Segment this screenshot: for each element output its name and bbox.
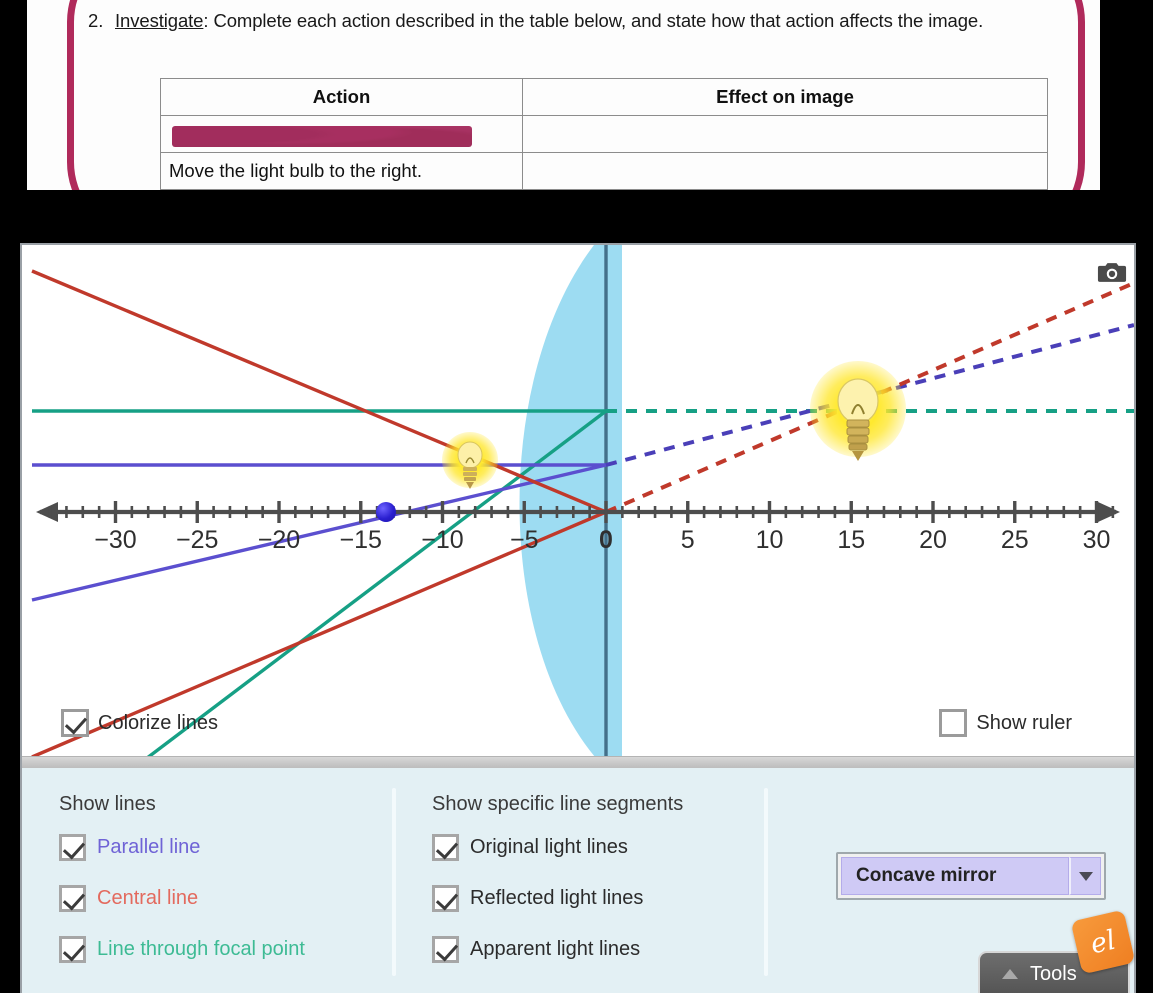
svg-text:15: 15 bbox=[837, 526, 865, 554]
x-axis-arrow-left bbox=[36, 502, 58, 522]
svg-text:−25: −25 bbox=[176, 526, 218, 554]
checkbox-original-light-lines-box[interactable] bbox=[432, 834, 459, 861]
x-axis-arrow-right bbox=[1098, 502, 1120, 522]
checkbox-show-ruler[interactable]: Show ruler bbox=[939, 709, 1072, 737]
show-segments-title: Show specific line segments bbox=[432, 793, 684, 815]
gizmo-simulation: −30 −25 −20 −15 −10 −5 0 5 10 15 20 25 30 bbox=[20, 243, 1136, 993]
mirror-type-select[interactable]: Concave mirror bbox=[836, 852, 1106, 900]
image-bulb-glyph bbox=[457, 441, 483, 489]
screenshot-root: 2. Investigate: Complete each action des… bbox=[0, 0, 1153, 993]
light-bulb-object[interactable] bbox=[810, 360, 906, 466]
central-line-incoming bbox=[31, 269, 607, 514]
svg-text:5: 5 bbox=[681, 526, 695, 554]
camera-icon[interactable] bbox=[1097, 260, 1127, 284]
ray-diagram-canvas[interactable]: −30 −25 −20 −15 −10 −5 0 5 10 15 20 25 30 bbox=[22, 245, 1134, 756]
svg-text:10: 10 bbox=[756, 526, 784, 554]
checkbox-reflected-light-lines-box[interactable] bbox=[432, 885, 459, 912]
table-cell-effect-empty bbox=[522, 152, 1048, 190]
table-cell-action: Move the light bulb to the right. bbox=[160, 152, 523, 190]
worksheet-item-number: 2. bbox=[88, 10, 104, 31]
checkbox-apparent-light-lines-label: Apparent light lines bbox=[470, 938, 641, 960]
checkbox-apparent-light-lines-box[interactable] bbox=[432, 936, 459, 963]
light-bulb-glyph bbox=[837, 378, 879, 461]
show-lines-title: Show lines bbox=[59, 793, 156, 815]
checkbox-central-line-box[interactable] bbox=[59, 885, 86, 912]
panel-separator bbox=[22, 756, 1134, 768]
show-lines-column: Show lines Parallel line Central line Li… bbox=[22, 768, 394, 993]
worksheet-table: Action Effect on image Move the light bu… bbox=[160, 78, 1048, 190]
svg-text:−30: −30 bbox=[94, 526, 136, 554]
checkbox-colorize-lines-label: Colorize lines bbox=[98, 711, 219, 734]
mirror-type-select-value: Concave mirror bbox=[841, 857, 1069, 895]
checkbox-parallel-line-box[interactable] bbox=[59, 834, 86, 861]
table-row bbox=[160, 115, 1048, 153]
svg-text:20: 20 bbox=[919, 526, 947, 554]
svg-text:25: 25 bbox=[1001, 526, 1029, 554]
worksheet-prompt-text: : Complete each action described in the … bbox=[203, 10, 984, 31]
svg-text:−15: −15 bbox=[340, 526, 382, 554]
checkbox-show-ruler-box[interactable] bbox=[939, 709, 968, 737]
worksheet-photo: 2. Investigate: Complete each action des… bbox=[27, 0, 1100, 190]
worksheet-prompt: Investigate: Complete each action descri… bbox=[115, 8, 1030, 33]
svg-text:−10: −10 bbox=[421, 526, 463, 554]
graph-options-row: Colorize lines Show ruler bbox=[22, 695, 1134, 756]
controls-panel: Show lines Parallel line Central line Li… bbox=[22, 768, 1136, 993]
checkbox-focal-line[interactable]: Line through focal point bbox=[59, 936, 305, 963]
table-cell-action-redacted bbox=[160, 115, 523, 153]
show-segments-column: Show specific line segments Original lig… bbox=[394, 768, 766, 993]
table-header-effect: Effect on image bbox=[522, 78, 1048, 116]
worksheet-prompt-label: Investigate bbox=[115, 10, 204, 31]
redaction-mark bbox=[172, 125, 472, 147]
checkbox-central-line-label: Central line bbox=[97, 887, 199, 909]
svg-text:30: 30 bbox=[1083, 526, 1111, 554]
table-header-row: Action Effect on image bbox=[160, 78, 1048, 116]
table-row: Move the light bulb to the right. bbox=[160, 152, 1048, 190]
checkbox-central-line[interactable]: Central line bbox=[59, 885, 198, 912]
focal-point-handle[interactable] bbox=[376, 502, 396, 522]
checkbox-original-light-lines[interactable]: Original light lines bbox=[432, 834, 628, 861]
triangle-up-icon bbox=[1002, 969, 1018, 979]
table-cell-effect-empty bbox=[522, 115, 1048, 153]
checkbox-reflected-light-lines[interactable]: Reflected light lines bbox=[432, 885, 643, 912]
checkbox-colorize-lines-box[interactable] bbox=[61, 709, 89, 737]
chevron-down-icon[interactable] bbox=[1069, 857, 1101, 895]
checkbox-parallel-line[interactable]: Parallel line bbox=[59, 834, 200, 861]
table-header-action: Action bbox=[160, 78, 523, 116]
checkbox-focal-line-label: Line through focal point bbox=[97, 938, 305, 960]
mirror-select-column: Concave mirror Tools el bbox=[766, 768, 1138, 993]
image-bulb bbox=[442, 432, 498, 495]
checkbox-colorize-lines[interactable]: Colorize lines bbox=[61, 709, 218, 737]
checkbox-reflected-light-lines-label: Reflected light lines bbox=[470, 887, 644, 909]
svg-text:−20: −20 bbox=[258, 526, 300, 554]
ray-diagram-svg: −30 −25 −20 −15 −10 −5 0 5 10 15 20 25 30 bbox=[31, 245, 1134, 756]
checkbox-show-ruler-label: Show ruler bbox=[976, 711, 1072, 734]
tools-button-label: Tools bbox=[1030, 962, 1077, 985]
checkbox-focal-line-box[interactable] bbox=[59, 936, 86, 963]
svg-text:−5: −5 bbox=[510, 526, 539, 554]
checkbox-parallel-line-label: Parallel line bbox=[97, 836, 201, 858]
svg-text:0: 0 bbox=[599, 526, 613, 554]
checkbox-apparent-light-lines[interactable]: Apparent light lines bbox=[432, 936, 640, 963]
checkbox-original-light-lines-label: Original light lines bbox=[470, 836, 628, 858]
